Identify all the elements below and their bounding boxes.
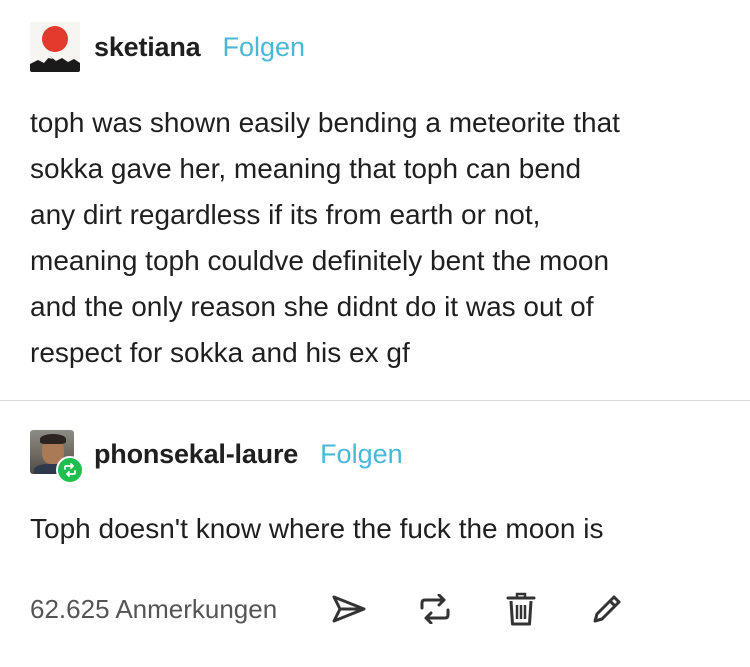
- reply-header: phonsekal-laure Folgen: [30, 430, 403, 484]
- follow-button[interactable]: Folgen: [222, 32, 305, 63]
- avatar-hair: [40, 434, 66, 444]
- post-text-line: toph was shown easily bending a meteorit…: [30, 107, 620, 138]
- share-icon[interactable]: [327, 587, 371, 631]
- reply-body: Toph doesn't know where the fuck the moo…: [30, 513, 604, 544]
- post-text-line: meaning toph couldve definitely bent the…: [30, 245, 610, 276]
- post-footer: 62.625 Anmerkungen: [30, 584, 730, 634]
- mountain-graphic: [30, 56, 80, 72]
- post-text-line: and the only reason she didnt do it was …: [30, 291, 594, 322]
- post-divider: [0, 400, 750, 401]
- post-text-line: sokka gave her, meaning that toph can be…: [30, 153, 582, 184]
- avatar[interactable]: [30, 22, 80, 72]
- notes-count[interactable]: 62.625 Anmerkungen: [30, 594, 277, 625]
- edit-icon[interactable]: [585, 587, 629, 631]
- post-author-name[interactable]: sketiana: [94, 32, 201, 63]
- avatar[interactable]: [30, 430, 84, 484]
- reblog-icon[interactable]: [413, 587, 457, 631]
- post-header: sketiana Folgen: [30, 22, 305, 72]
- delete-icon[interactable]: [499, 587, 543, 631]
- post-text-line: any dirt regardless if its from earth or…: [30, 199, 541, 230]
- post-text-line: respect for sokka and his ex gf: [30, 337, 410, 368]
- reblog-badge-icon: [56, 456, 84, 484]
- follow-button[interactable]: Folgen: [320, 439, 403, 470]
- post-body: toph was shown easily bending a meteorit…: [30, 100, 730, 376]
- sun-graphic: [42, 26, 68, 52]
- reply-author-name[interactable]: phonsekal-laure: [94, 439, 298, 470]
- footer-actions: [327, 587, 629, 631]
